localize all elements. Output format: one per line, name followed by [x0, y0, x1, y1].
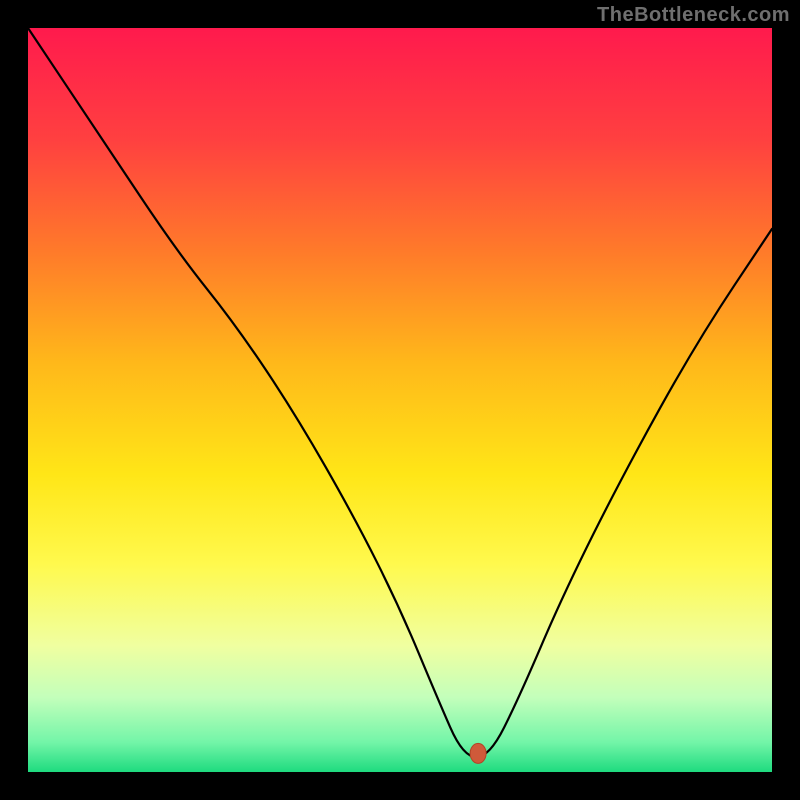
plot-area [28, 28, 772, 772]
chart-container: TheBottleneck.com [0, 0, 800, 800]
watermark-text: TheBottleneck.com [597, 4, 790, 27]
optimal-point-marker [470, 743, 486, 763]
bottleneck-chart [0, 0, 800, 800]
